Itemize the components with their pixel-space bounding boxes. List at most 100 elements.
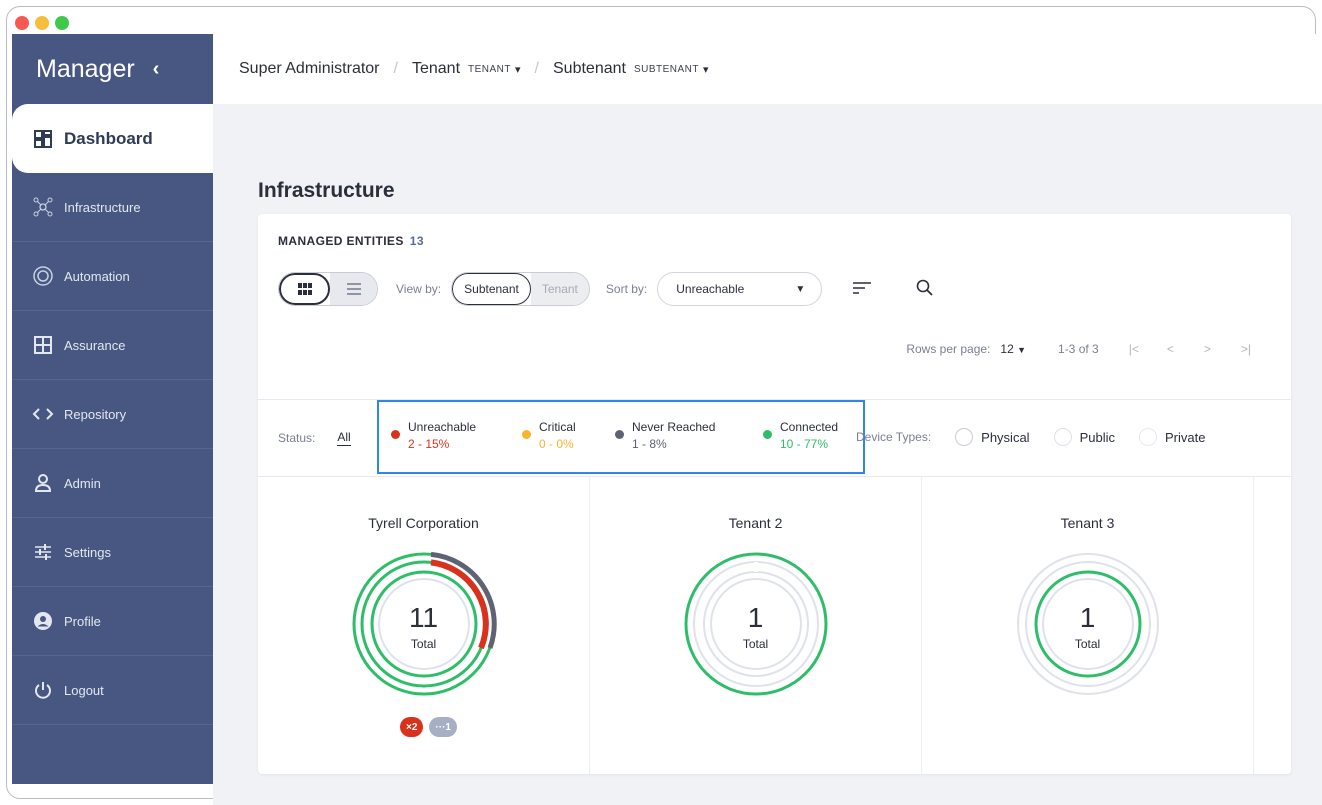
radio-icon [955, 428, 974, 446]
sidebar-item-label: Automation [64, 268, 130, 284]
caret-down-icon: ▼ [795, 283, 806, 295]
chevron-down-icon[interactable]: ▾ [515, 63, 521, 76]
zoom-window-button[interactable] [55, 16, 69, 30]
device-type-private[interactable]: Private [1139, 428, 1205, 446]
grid-view-icon [297, 283, 312, 295]
last-page-icon[interactable]: >| [1241, 342, 1251, 356]
sort-by-label: Sort by: [605, 282, 648, 296]
main-area: Super Administrator / Tenant TENANT ▾ / … [213, 34, 1322, 805]
status-name: Connected [780, 420, 839, 434]
status-name: Never Reached [632, 420, 716, 434]
sidebar-item-admin[interactable]: Admin [12, 449, 213, 518]
view-by-toggle: Subtenant Tenant [451, 272, 590, 306]
sidebar-item-automation[interactable]: Automation [12, 242, 213, 311]
status-critical[interactable]: Critical 0 - 0% [522, 420, 576, 451]
sort-by-select[interactable]: Unreachable ▼ [657, 272, 823, 306]
list-view-button[interactable] [330, 273, 377, 305]
tenant-total: 1 [747, 602, 764, 633]
grid-icon [32, 334, 54, 356]
sort-order-icon[interactable] [852, 280, 872, 299]
sidebar-item-label: Logout [64, 682, 104, 698]
breadcrumb-tenant-label[interactable]: Tenant [412, 60, 460, 78]
status-filter-row: Status: All Unreachable 2 - 15% Critical… [258, 399, 1291, 477]
tenant-dropdown[interactable]: TENANT [468, 64, 511, 75]
sidebar-item-dashboard[interactable]: Dashboard [12, 104, 227, 173]
sidebar-item-label: Profile [64, 613, 101, 629]
power-icon [32, 679, 54, 701]
sidebar-item-label: Assurance [64, 337, 126, 353]
managed-entities-count: 13 [409, 234, 424, 248]
breadcrumb: Super Administrator / Tenant TENANT ▾ / … [213, 34, 1322, 104]
status-value: 1 - 8% [632, 437, 667, 451]
status-value: 0 - 0% [539, 437, 574, 451]
status-label: Status: [278, 431, 316, 445]
sidebar-item-profile[interactable]: Profile [12, 587, 213, 656]
dashboard-icon [32, 128, 54, 150]
user-icon [32, 472, 54, 494]
status-dot [391, 430, 400, 439]
close-window-button[interactable] [15, 16, 29, 30]
status-unreachable[interactable]: Unreachable 2 - 15% [391, 420, 476, 451]
tenant-tiles: Tyrell Corporation 11 Total ×2 ···1 Tena… [258, 477, 1291, 774]
sidebar-item-repository[interactable]: Repository [12, 380, 213, 449]
status-dot [522, 430, 531, 439]
sidebar-item-label: Admin [64, 475, 101, 491]
prev-page-icon[interactable]: < [1167, 342, 1174, 356]
status-value: 2 - 15% [408, 437, 450, 451]
device-type-physical[interactable]: Physical [955, 428, 1030, 446]
subtenant-dropdown[interactable]: SUBTENANT [634, 64, 699, 75]
view-toggle [278, 272, 378, 306]
view-by-tenant-option[interactable]: Tenant [530, 273, 589, 305]
status-dot [615, 430, 624, 439]
sidebar-item-label: Infrastructure [64, 199, 141, 215]
tenant-name: Tenant 3 [1060, 515, 1115, 531]
next-page-icon[interactable]: > [1204, 342, 1211, 356]
sidebar-item-logout[interactable]: Logout [12, 656, 213, 725]
status-value: 10 - 77% [780, 437, 829, 451]
status-all-filter[interactable]: All [337, 430, 351, 446]
device-type-public[interactable]: Public [1053, 428, 1115, 446]
tenant-total: 11 [408, 602, 439, 633]
brand-name: Manager [36, 54, 135, 83]
device-type-label: Public [1079, 429, 1115, 445]
sidebar-item-assurance[interactable]: Assurance [12, 311, 213, 380]
unreachable-badge[interactable]: ×2 [400, 717, 424, 737]
sidebar-item-infrastructure[interactable]: Infrastructure [12, 173, 213, 242]
tenant-total-label: Total [410, 637, 437, 651]
sort-by-value: Unreachable [676, 282, 745, 296]
pagination: Rows per page: 12 ▼ 1-3 of 3 |< < > >| [906, 342, 1251, 356]
rows-per-page-value: 12 [1000, 342, 1014, 356]
sidebar-item-label: Settings [64, 544, 111, 560]
never-reached-badge[interactable]: ···1 [429, 717, 457, 737]
status-never-reached[interactable]: Never Reached 1 - 8% [615, 420, 715, 451]
managed-entities-card: MANAGED ENTITIES 13 View by: Subtenant Te… [258, 214, 1291, 774]
profile-icon [32, 610, 54, 632]
chevron-left-icon[interactable]: ‹ [153, 58, 160, 81]
sidebar-item-label: Dashboard [64, 128, 153, 148]
breadcrumb-separator: / [393, 60, 398, 77]
rows-per-page-select[interactable]: 12 ▼ [1000, 342, 1026, 356]
status-dot [763, 430, 772, 439]
tenant-badges: ×2 ···1 [400, 717, 457, 737]
chevron-down-icon[interactable]: ▾ [703, 63, 709, 76]
minimize-window-button[interactable] [35, 16, 49, 30]
rows-per-page-label: Rows per page: [906, 342, 991, 356]
managed-entities-title: MANAGED ENTITIES 13 [278, 234, 424, 248]
search-icon[interactable] [916, 279, 934, 300]
status-connected[interactable]: Connected 10 - 77% [763, 420, 838, 451]
tenant-tile-tyrell[interactable]: Tyrell Corporation 11 Total ×2 ···1 [258, 477, 590, 774]
first-page-icon[interactable]: |< [1129, 342, 1139, 356]
device-types-label: Device Types: [856, 430, 932, 444]
status-name: Critical [539, 420, 576, 434]
grid-view-button[interactable] [279, 273, 330, 305]
tenant-tile-3[interactable]: Tenant 3 1 Total [922, 477, 1254, 774]
tenant-tile-2[interactable]: Tenant 2 1 Total [590, 477, 922, 774]
breadcrumb-subtenant-label[interactable]: Subtenant [553, 60, 626, 78]
device-type-label: Physical [981, 429, 1030, 445]
list-view-icon [346, 283, 361, 295]
page-title: Infrastructure [258, 179, 395, 202]
view-by-subtenant-option[interactable]: Subtenant [452, 273, 531, 305]
brand: Manager ‹ [12, 34, 213, 104]
breadcrumb-root[interactable]: Super Administrator [239, 60, 380, 78]
sidebar-item-settings[interactable]: Settings [12, 518, 213, 587]
